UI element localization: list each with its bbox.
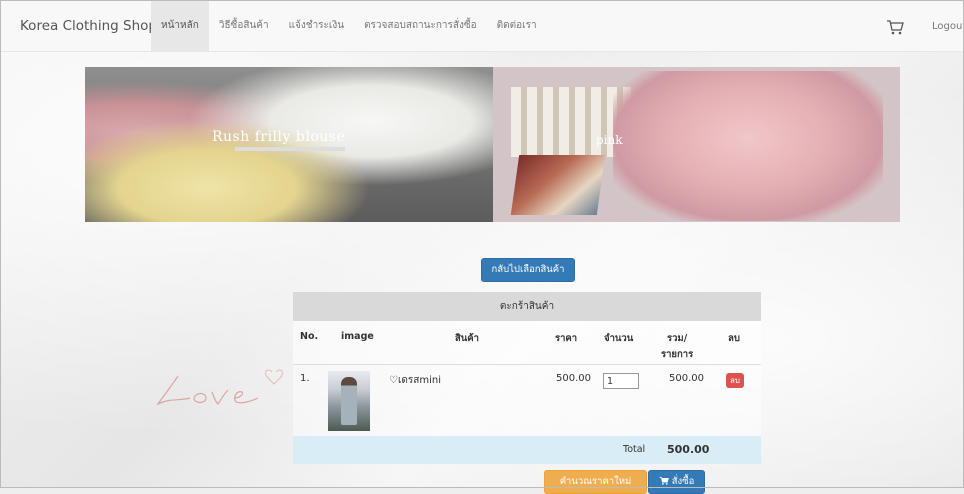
- window-border: [0, 0, 964, 488]
